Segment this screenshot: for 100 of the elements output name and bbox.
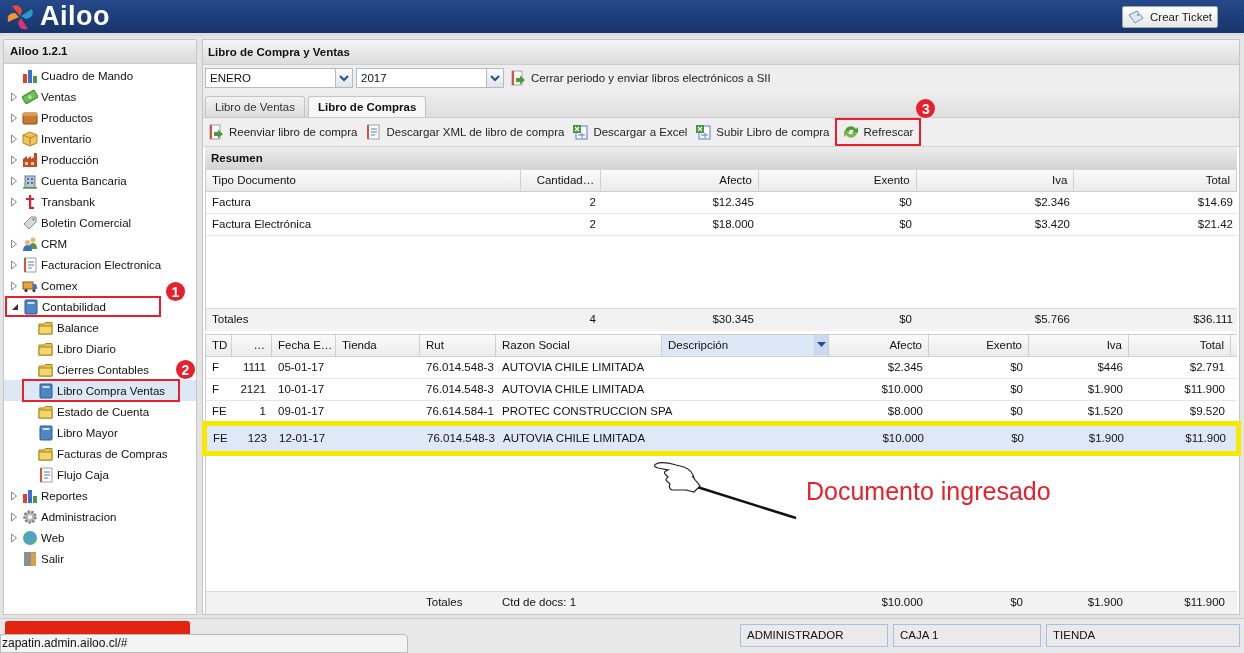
app-logo: Ailoo (40, 1, 110, 32)
total-value: 4 (589, 313, 596, 325)
toolbar-button[interactable]: Reenviar libro de compra (205, 122, 361, 142)
table-cell: 76.014.548-3 (426, 383, 494, 395)
column-header[interactable]: Fecha E… (272, 335, 336, 356)
column-header[interactable]: Cantidad… (521, 170, 602, 191)
column-header[interactable]: Exento (929, 335, 1029, 356)
table-cell: $0 (1011, 432, 1024, 444)
column-header[interactable]: Total (1074, 170, 1237, 191)
table-cell: 10-01-17 (278, 383, 325, 395)
tree-item[interactable]: Flujo Caja (4, 464, 113, 485)
tree-item[interactable]: Salir (4, 548, 68, 569)
table-cell: $446 (1097, 361, 1123, 373)
toolbar-button[interactable]: Refrescar (834, 118, 922, 146)
table-row[interactable]: F 1111 05-01-17 76.014.548-3 AUTOVIA CHILE LIMITADA $2.345 $0 $446 $2.791 (206, 357, 1237, 379)
link-url-tooltip: zapatin.admin.ailoo.cl/# (0, 634, 408, 653)
tree-item[interactable]: Estado de Cuenta (4, 401, 154, 422)
table-cell: $2.791 (1189, 361, 1225, 373)
year-dropdown[interactable]: 2017 (356, 68, 504, 88)
table-cell: 1111 (242, 361, 266, 373)
tree-item[interactable]: Boletin Comercial (4, 212, 136, 233)
table-cell: $2.346 (1034, 196, 1070, 208)
table-cell: FE (212, 405, 227, 417)
number-badge: 2 (176, 360, 195, 379)
tree-item[interactable]: Libro Diario (4, 338, 120, 359)
create-ticket-button[interactable]: Crear Ticket (1122, 5, 1218, 28)
table-row[interactable]: F 2121 10-01-17 76.014.548-3 AUTOVIA CHILE LIMITADA $10.000 $0 $1.900 $11.900 (206, 379, 1237, 401)
table-cell: $0 (899, 196, 912, 208)
table-cell: AUTOVIA CHILE LIMITADA (502, 383, 645, 395)
table-cell: 2121 (240, 383, 266, 395)
toolbar-button[interactable]: Subir Libro de compra (692, 122, 833, 142)
tree-item[interactable]: Facturas de Compras (4, 443, 172, 464)
column-header[interactable]: Iva (1029, 335, 1129, 356)
tree-item[interactable]: Contabilidad (5, 296, 161, 317)
column-header[interactable]: Iva (916, 170, 1075, 191)
tree-item[interactable]: Comex (4, 275, 82, 296)
totals-label: Totales (212, 313, 249, 325)
table-cell: $9.520 (1189, 405, 1225, 417)
table-cell: $8.000 (887, 405, 923, 417)
table-cell: $12.345 (712, 196, 754, 208)
table-cell: $2.345 (887, 361, 923, 373)
total-value: $0 (899, 313, 912, 325)
column-header[interactable]: Afecto (601, 170, 759, 191)
tab[interactable]: Libro de Compras (307, 96, 427, 117)
tree-item[interactable]: Ventas (4, 86, 81, 107)
tree-item[interactable]: CRM (4, 233, 72, 254)
tree-item[interactable]: Productos (4, 107, 97, 128)
tree-item[interactable]: Balance (4, 317, 103, 338)
table-cell: F (212, 361, 220, 373)
panel-title: Libro de Compra y Ventas (203, 40, 1239, 65)
tree-item[interactable]: Libro Compra Ventas (4, 380, 196, 401)
tree-item[interactable]: Cierres Contables (4, 359, 154, 380)
table-cell: $21.42 (1197, 218, 1233, 230)
tree-item[interactable]: Web (4, 527, 69, 548)
toolbar-button[interactable]: Descargar XML de libro de compra (362, 122, 568, 142)
table-cell: $0 (1010, 361, 1023, 373)
document-count: Ctd de docs: 1 (502, 596, 577, 608)
table-cell: FE (213, 432, 228, 444)
total-value: $11.900 (1184, 596, 1225, 608)
tree-item[interactable]: Libro Mayor (4, 422, 122, 443)
tab[interactable]: Libro de Ventas (205, 96, 305, 117)
table-cell: 05-01-17 (278, 361, 325, 373)
column-header[interactable]: TD (206, 335, 232, 356)
table-cell: $1.900 (1087, 383, 1123, 395)
status-field: CAJA 1 (893, 624, 1041, 647)
column-header[interactable]: Afecto (829, 335, 929, 356)
column-header[interactable]: Total (1129, 335, 1231, 356)
table-cell: Factura Electrónica (212, 218, 312, 230)
sidebar-title: Ailoo 1.2.1 (4, 40, 196, 64)
table-cell: $1.520 (1087, 405, 1123, 417)
table-cell: AUTOVIA CHILE LIMITADA (502, 361, 645, 373)
tree-item[interactable]: Facturacion Electronica (4, 254, 166, 275)
number-badge: 1 (166, 282, 185, 301)
tree-item[interactable]: Cuenta Bancaria (4, 170, 131, 191)
column-header[interactable]: … (232, 335, 272, 356)
table-cell: PROTEC CONSTRUCCION SPA (502, 405, 673, 417)
month-dropdown[interactable]: ENERO (205, 68, 353, 88)
tree-item[interactable]: Cuadro de Mando (4, 65, 138, 86)
table-cell: $10.000 (882, 432, 924, 444)
table-cell: $18.000 (712, 218, 754, 230)
tree-item[interactable]: Reportes (4, 485, 92, 506)
table-cell: 76.014.548-3 (427, 432, 495, 444)
column-header[interactable]: Tipo Documento (206, 170, 522, 191)
tree-item[interactable]: Producción (4, 149, 103, 170)
table-row[interactable]: FE 123 12-01-17 76.014.548-3 AUTOVIA CHILE LIMITADA $10.000 $0 $1.900 $11.900 (202, 421, 1241, 456)
table-cell: F (212, 383, 220, 395)
column-header[interactable]: Descripción (662, 335, 829, 356)
close-period-button[interactable]: Cerrar periodo y enviar libros electrónicos a SII (507, 68, 774, 88)
total-value: $0 (1010, 596, 1023, 608)
section-header: Resumen (205, 147, 1237, 170)
column-header[interactable]: Exento (758, 170, 917, 191)
total-value: $30.345 (712, 313, 754, 325)
column-header[interactable]: Rut (420, 335, 496, 356)
tree-item[interactable]: Administracion (4, 506, 121, 527)
table-cell: 09-01-17 (278, 405, 325, 417)
table-cell: 2 (589, 218, 596, 230)
toolbar-button[interactable]: Descargar a Excel (569, 122, 691, 142)
tree-item[interactable]: Transbank (4, 191, 99, 212)
tree-item[interactable]: Inventario (4, 128, 96, 149)
column-header[interactable]: Tienda (336, 335, 420, 356)
